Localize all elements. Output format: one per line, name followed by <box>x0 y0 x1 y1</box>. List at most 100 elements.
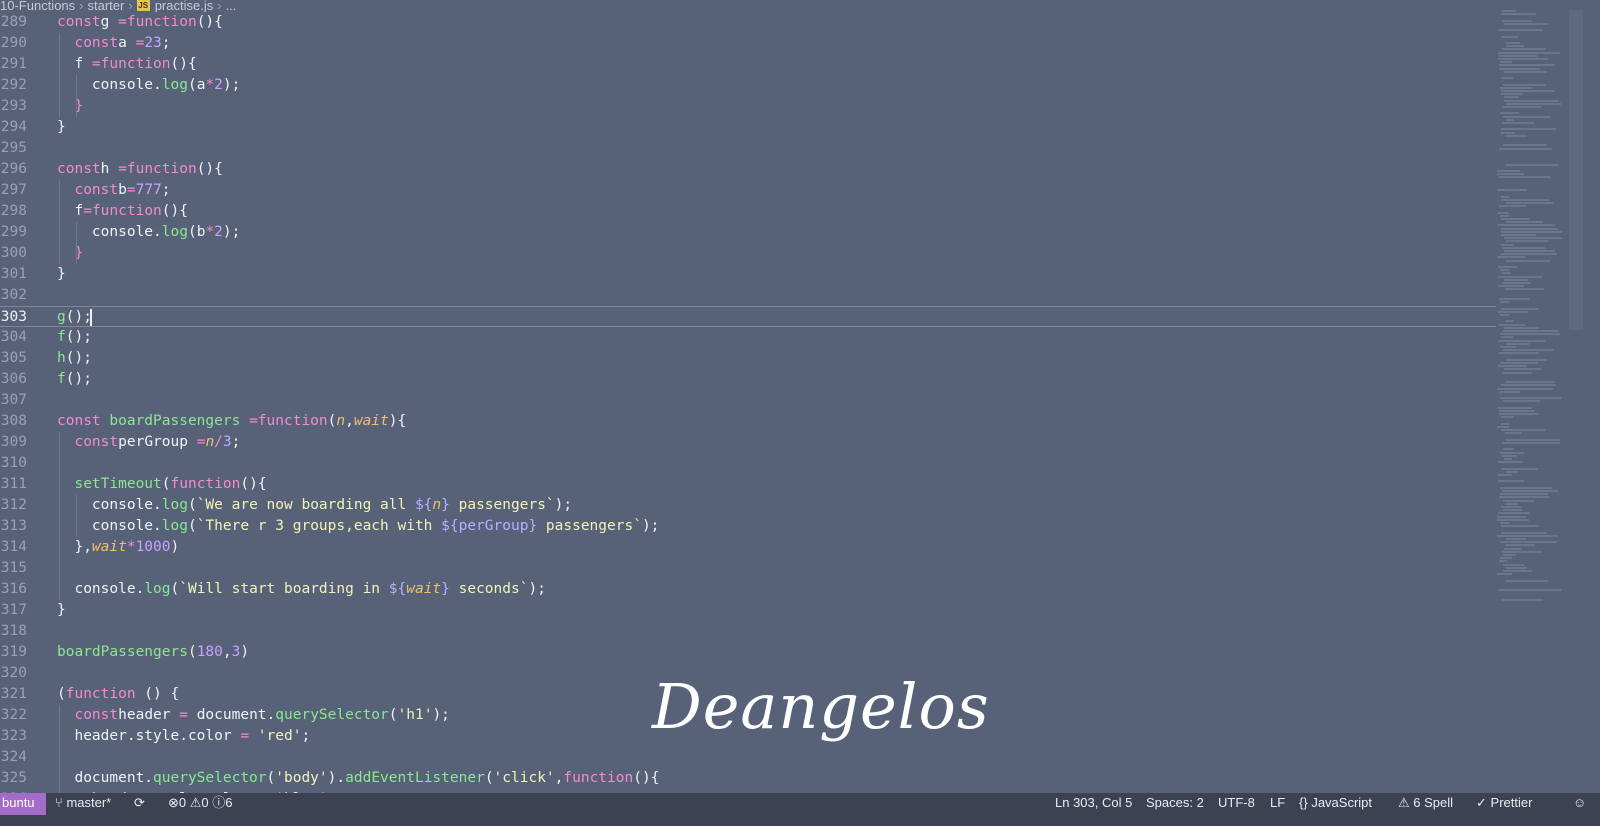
minimap-line <box>1499 323 1525 326</box>
code-line[interactable]: 297 constb=777; <box>0 180 1496 201</box>
feedback-icon[interactable]: ☺ <box>1573 793 1586 813</box>
minimap-line <box>1506 381 1555 384</box>
code-line[interactable]: 292 console.log(a*2); <box>0 75 1496 96</box>
code-token: function <box>170 476 241 492</box>
line-number: 303 <box>0 309 27 325</box>
code-line[interactable]: 312 console.log(`We are now boarding all… <box>0 495 1496 516</box>
minimap-line <box>1498 58 1548 60</box>
code-line[interactable]: 324 <box>0 747 1496 768</box>
minimap-line <box>1500 493 1548 496</box>
minimap-line <box>1501 467 1538 470</box>
spell-check[interactable]: ⚠ 6 Spell <box>1398 793 1453 813</box>
code-line[interactable]: 294} <box>0 117 1496 138</box>
code-text: f=function(){ <box>57 201 188 222</box>
code-token: ( <box>57 686 66 702</box>
minimap-line <box>1503 144 1547 147</box>
code-token: ( <box>484 770 494 786</box>
code-line[interactable]: 308 const boardPassengers =function(n,wai… <box>0 411 1496 432</box>
code-token: ( <box>170 581 180 597</box>
prettier-status[interactable]: ✓ Prettier <box>1476 793 1532 813</box>
code-text: consta =23; <box>57 33 170 54</box>
editor-scrollbar[interactable] <box>1569 10 1583 330</box>
minimap-line <box>1505 502 1518 505</box>
code-token: ( <box>161 476 171 492</box>
indent-guide <box>76 222 77 264</box>
code-line[interactable]: 295 <box>0 138 1496 159</box>
code-text: f(); <box>57 369 92 390</box>
code-line[interactable]: 316 console.log(`Will start boarding in … <box>0 579 1496 600</box>
code-token: ); <box>641 518 660 534</box>
breadcrumb-subfolder[interactable]: starter <box>88 0 125 12</box>
code-line[interactable]: 303 g(); <box>0 306 1496 327</box>
code-token: querySelector <box>275 707 389 723</box>
code-line[interactable]: 315 <box>0 558 1496 579</box>
minimap-line <box>1503 83 1546 86</box>
code-token: g <box>100 14 119 30</box>
line-number: 301 <box>0 266 27 282</box>
code-token: ); <box>554 497 573 513</box>
problems-indicator[interactable]: ⊗0 ⚠0 ⓘ6 <box>168 793 233 813</box>
language-mode[interactable]: {} JavaScript <box>1299 793 1372 813</box>
code-token: `There r 3 groups,each with <box>196 518 442 534</box>
code-line[interactable]: 310 <box>0 453 1496 474</box>
code-token: (){ <box>633 770 660 786</box>
breadcrumb-more[interactable]: ... <box>226 0 237 12</box>
minimap-line <box>1503 371 1532 374</box>
remote-indicator[interactable]: buntu <box>0 793 46 815</box>
code-line[interactable]: 304 f(); <box>0 327 1496 348</box>
code-line[interactable]: 300 } <box>0 243 1496 264</box>
minimap-line <box>1505 320 1514 323</box>
info-count: 6 <box>225 795 233 810</box>
code-line[interactable]: 317} <box>0 600 1496 621</box>
minimap-line <box>1501 416 1514 419</box>
minimap-line <box>1500 557 1512 560</box>
code-line[interactable]: 293 } <box>0 96 1496 117</box>
encoding[interactable]: UTF-8 <box>1218 793 1255 813</box>
code-token: (); <box>65 371 92 387</box>
code-line[interactable]: 299 console.log(b*2); <box>0 222 1496 243</box>
code-line[interactable]: 306 f(); <box>0 369 1496 390</box>
code-line[interactable]: 302 <box>0 285 1496 306</box>
code-token: seconds` <box>449 581 529 597</box>
code-line[interactable]: 305 h(); <box>0 348 1496 369</box>
code-line[interactable]: 309 constperGroup =n/3; <box>0 432 1496 453</box>
code-token: function <box>100 56 171 72</box>
line-number: 310 <box>0 455 27 471</box>
minimap[interactable] <box>1497 10 1569 610</box>
code-token: n <box>205 434 215 450</box>
branch-indicator[interactable]: ⑂ master* <box>55 793 111 813</box>
line-number: 298 <box>0 203 27 219</box>
minimap-line <box>1501 506 1521 508</box>
minimap-line <box>1505 288 1544 291</box>
code-token: console. <box>57 581 145 597</box>
code-line[interactable]: 298 f=function(){ <box>0 201 1496 222</box>
code-line[interactable]: 325 document.querySelector('body').addEv… <box>0 768 1496 789</box>
code-line[interactable]: 291 f =function(){ <box>0 54 1496 75</box>
code-line[interactable]: 318 <box>0 621 1496 642</box>
minimap-line <box>1499 560 1507 563</box>
breadcrumb-folder[interactable]: 10-Functions <box>0 0 75 12</box>
end-of-line[interactable]: LF <box>1270 793 1285 813</box>
code-line[interactable]: 296 consth =function(){ <box>0 159 1496 180</box>
breadcrumb-file[interactable]: practise.js <box>155 0 214 12</box>
code-token: ) <box>240 644 250 660</box>
cursor-position[interactable]: Ln 303, Col 5 <box>1055 793 1132 813</box>
minimap-line <box>1502 490 1558 492</box>
code-token: (){ <box>240 476 267 492</box>
code-text: } <box>57 600 66 621</box>
minimap-line <box>1499 67 1540 70</box>
code-token: (){ <box>196 161 223 177</box>
code-line[interactable]: 311 setTimeout(function(){ <box>0 474 1496 495</box>
minimap-line <box>1502 550 1542 553</box>
code-line[interactable]: 314 },wait*1000) <box>0 537 1496 558</box>
sync-icon[interactable]: ⟳ <box>134 793 145 813</box>
code-line[interactable]: 307 <box>0 390 1496 411</box>
code-line[interactable]: 289 constg =function(){ <box>0 12 1496 33</box>
code-line[interactable]: 319 boardPassengers(180,3) <box>0 642 1496 663</box>
check-double-icon: ✓ <box>1476 795 1487 810</box>
minimap-line <box>1499 176 1550 179</box>
code-line[interactable]: 301} <box>0 264 1496 285</box>
indentation[interactable]: Spaces: 2 <box>1146 793 1204 813</box>
code-line[interactable]: 290 consta =23; <box>0 33 1496 54</box>
code-line[interactable]: 313 console.log(`There r 3 groups,each w… <box>0 516 1496 537</box>
